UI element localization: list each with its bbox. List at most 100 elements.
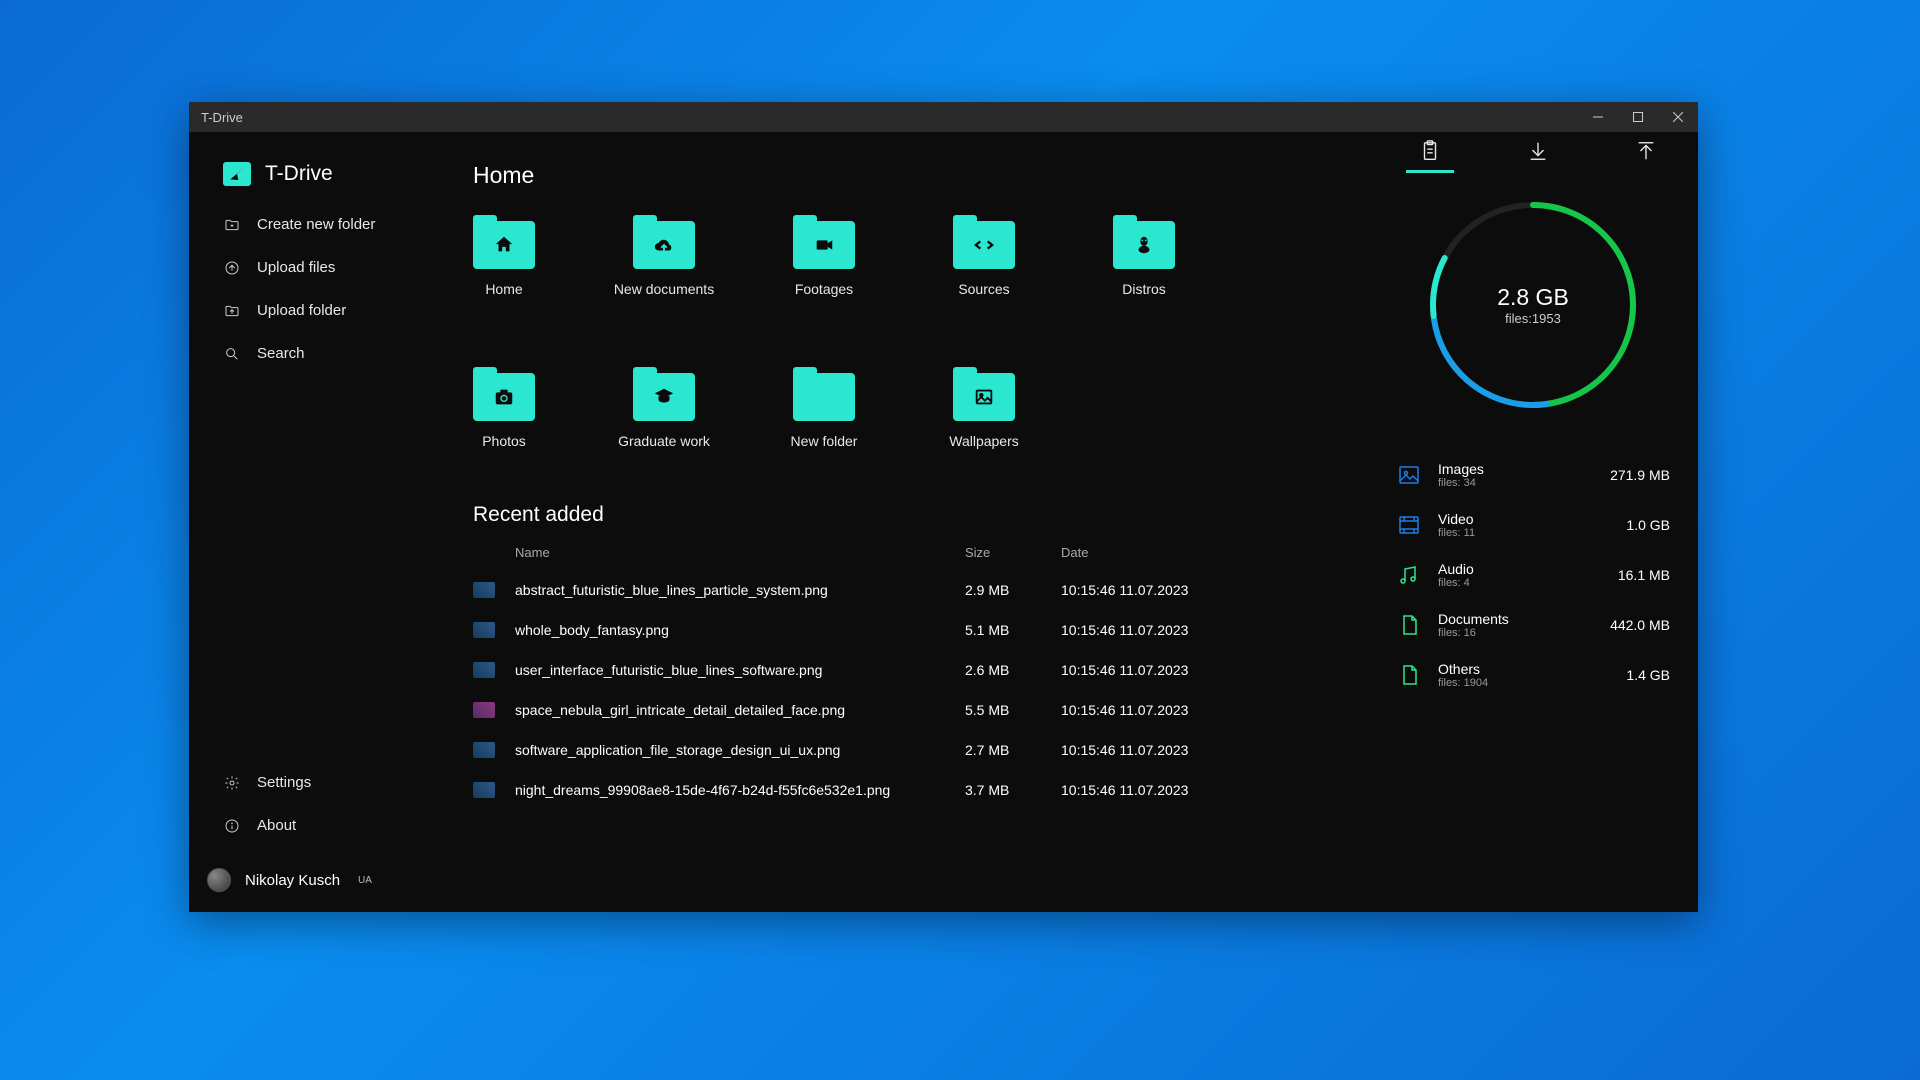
recent-title: Recent added	[473, 503, 1378, 527]
category-documents[interactable]: Documentsfiles: 16442.0 MB	[1396, 611, 1670, 639]
col-name: Name	[515, 545, 965, 560]
folder-label: New folder	[791, 433, 858, 449]
file-date: 10:15:46 11.07.2023	[1061, 742, 1241, 758]
folder-label: Sources	[958, 281, 1009, 297]
brand-name: T-Drive	[265, 162, 333, 186]
file-name: abstract_futuristic_blue_lines_particle_…	[515, 582, 965, 598]
category-audio[interactable]: Audiofiles: 4 16.1 MB	[1396, 561, 1670, 589]
file-name: whole_body_fantasy.png	[515, 622, 965, 638]
user-name: Nikolay Kusch	[245, 872, 340, 889]
camera-icon	[473, 373, 535, 421]
main-area: Home Home New documents Footages Sources Dis…	[449, 132, 1378, 912]
table-row[interactable]: abstract_futuristic_blue_lines_particle_…	[473, 570, 1253, 610]
cloud-icon	[633, 221, 695, 269]
folder-label: Distros	[1122, 281, 1166, 297]
file-thumb-icon	[473, 662, 495, 678]
right-panel: 2.8 GB files:1953 Imagesfiles: 34271.9 M…	[1378, 132, 1698, 912]
file-date: 10:15:46 11.07.2023	[1061, 622, 1241, 638]
folder-distros[interactable]: Distros	[1113, 221, 1175, 297]
file-name: user_interface_futuristic_blue_lines_sof…	[515, 662, 965, 678]
maximize-button[interactable]	[1618, 102, 1658, 132]
sidebar-action-search[interactable]: Search	[223, 345, 439, 362]
page-title: Home	[473, 162, 1378, 189]
sidebar-gear[interactable]: Settings	[223, 774, 439, 791]
folder-new-documents[interactable]: New documents	[633, 221, 695, 297]
folder-home[interactable]: Home	[473, 221, 535, 297]
user-row[interactable]: Nikolay Kusch UA	[207, 868, 439, 892]
category-files: files: 4	[1438, 577, 1602, 589]
category-video[interactable]: Videofiles: 111.0 GB	[1396, 511, 1670, 539]
category-others[interactable]: Othersfiles: 19041.4 GB	[1396, 661, 1670, 689]
titlebar-title: T-Drive	[201, 110, 1578, 125]
file-size: 2.6 MB	[965, 662, 1061, 678]
folder-label: Wallpapers	[949, 433, 1019, 449]
sidebar-action-upload-folder[interactable]: Upload folder	[223, 302, 439, 319]
images-icon	[1396, 462, 1422, 488]
file-size: 2.7 MB	[965, 742, 1061, 758]
table-row[interactable]: software_application_file_storage_design…	[473, 730, 1253, 770]
folder-sources[interactable]: Sources	[953, 221, 1015, 297]
brand: T-Drive	[223, 162, 439, 186]
category-name: Images	[1438, 461, 1594, 477]
storage-size: 2.8 GB	[1497, 284, 1569, 311]
category-size: 16.1 MB	[1618, 567, 1670, 583]
sidebar-action-upload-file[interactable]: Upload files	[223, 259, 439, 276]
folder-icon	[1113, 221, 1175, 269]
linux-icon	[1113, 221, 1175, 269]
avatar	[207, 868, 231, 892]
blank-icon	[793, 373, 855, 421]
sidebar-info[interactable]: About	[223, 817, 439, 834]
folder-new-folder[interactable]: New folder	[793, 373, 855, 449]
tab-clipboard-icon[interactable]	[1406, 140, 1454, 173]
code-icon	[953, 221, 1015, 269]
sidebar-bottom-label: Settings	[257, 774, 311, 791]
documents-icon	[1396, 612, 1422, 638]
folder-photos[interactable]: Photos	[473, 373, 535, 449]
folder-icon	[953, 373, 1015, 421]
category-size: 271.9 MB	[1610, 467, 1670, 483]
table-row[interactable]: whole_body_fantasy.png5.1 MB10:15:46 11.…	[473, 610, 1253, 650]
folder-icon	[793, 373, 855, 421]
user-badge: UA	[358, 875, 372, 886]
storage-ring: 2.8 GB files:1953	[1425, 197, 1641, 413]
table-row[interactable]: night_dreams_99908ae8-15de-4f67-b24d-f55…	[473, 770, 1253, 810]
category-name: Audio	[1438, 561, 1602, 577]
category-size: 1.0 GB	[1626, 517, 1670, 533]
minimize-button[interactable]	[1578, 102, 1618, 132]
table-header: Name Size Date	[473, 545, 1253, 560]
recent-table: Name Size Date abstract_futuristic_blue_…	[473, 545, 1253, 810]
sidebar-action-label: Create new folder	[257, 216, 375, 233]
tab-upload-icon[interactable]	[1622, 140, 1670, 173]
folder-label: Photos	[482, 433, 526, 449]
folder-plus-icon	[223, 217, 241, 233]
storage-files: files:1953	[1505, 311, 1561, 326]
others-icon	[1396, 662, 1422, 688]
search-icon	[223, 346, 241, 362]
info-icon	[223, 818, 241, 834]
folder-icon	[633, 373, 695, 421]
file-size: 5.5 MB	[965, 702, 1061, 718]
table-row[interactable]: space_nebula_girl_intricate_detail_detai…	[473, 690, 1253, 730]
tab-download-icon[interactable]	[1514, 140, 1562, 173]
folder-graduate-work[interactable]: Graduate work	[633, 373, 695, 449]
folder-icon	[473, 373, 535, 421]
titlebar[interactable]: T-Drive	[189, 102, 1698, 132]
file-name: night_dreams_99908ae8-15de-4f67-b24d-f55…	[515, 782, 965, 798]
close-button[interactable]	[1658, 102, 1698, 132]
sidebar-action-label: Upload files	[257, 259, 335, 276]
category-files: files: 16	[1438, 627, 1594, 639]
sidebar-action-label: Search	[257, 345, 305, 362]
sidebar-bottom-label: About	[257, 817, 296, 834]
video-icon	[1396, 512, 1422, 538]
category-images[interactable]: Imagesfiles: 34271.9 MB	[1396, 461, 1670, 489]
table-row[interactable]: user_interface_futuristic_blue_lines_sof…	[473, 650, 1253, 690]
folder-footages[interactable]: Footages	[793, 221, 855, 297]
category-files: files: 1904	[1438, 677, 1610, 689]
file-date: 10:15:46 11.07.2023	[1061, 582, 1241, 598]
folder-wallpapers[interactable]: Wallpapers	[953, 373, 1015, 449]
sidebar-action-folder-plus[interactable]: Create new folder	[223, 216, 439, 233]
folder-icon	[953, 221, 1015, 269]
category-files: files: 11	[1438, 527, 1610, 539]
file-size: 3.7 MB	[965, 782, 1061, 798]
app-window: T-Drive T-Drive Create new folder Upload …	[189, 102, 1698, 912]
